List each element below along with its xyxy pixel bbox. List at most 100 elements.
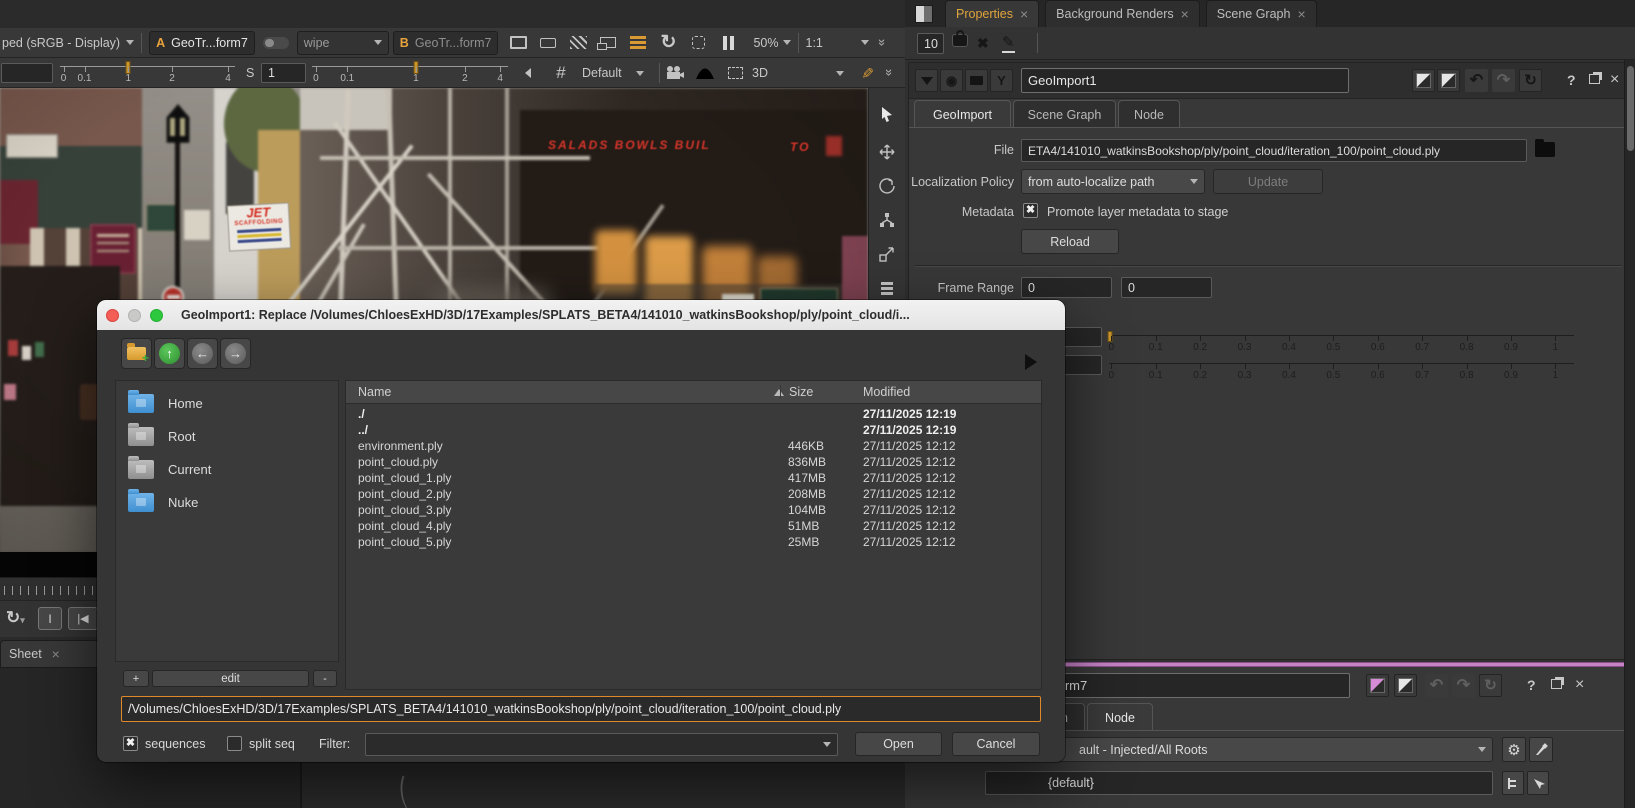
- close-panel-icon[interactable]: ×: [1610, 72, 1619, 88]
- scrollbar-thumb[interactable]: [1627, 66, 1634, 151]
- frame-format-icon[interactable]: [506, 32, 530, 54]
- proxy-dropdown[interactable]: 1:1: [806, 36, 823, 50]
- channels-icon[interactable]: [626, 32, 650, 54]
- tab-node-node[interactable]: Node: [1118, 100, 1180, 128]
- filter-combobox[interactable]: [365, 733, 838, 756]
- localization-policy-dropdown[interactable]: from auto-localize path: [1021, 169, 1205, 194]
- sidebar-item-home[interactable]: Home: [116, 387, 338, 420]
- revert-button[interactable]: ↻: [1479, 674, 1502, 697]
- profile-button[interactable]: [1437, 69, 1460, 92]
- redo-button[interactable]: ↷: [1492, 69, 1515, 92]
- frame-range-end-field[interactable]: 0: [1121, 277, 1212, 298]
- view-mode-dropdown[interactable]: 3D: [752, 66, 768, 80]
- file-row[interactable]: point_cloud_1.ply417MB27/11/2025 12:12: [346, 471, 1041, 487]
- gate-display-icon[interactable]: [686, 32, 710, 54]
- file-row[interactable]: point_cloud_2.ply208MB27/11/2025 12:12: [346, 487, 1041, 503]
- center-node-icon[interactable]: ◉: [940, 69, 963, 92]
- close-icon[interactable]: ×: [52, 647, 60, 661]
- close-icon[interactable]: ×: [1297, 7, 1305, 21]
- dialog-titlebar[interactable]: GeoImport1: Replace /Volumes/ChloesExHD/…: [97, 300, 1065, 330]
- forward-button[interactable]: →: [220, 338, 251, 369]
- column-modified[interactable]: Modified: [863, 385, 910, 399]
- file-row[interactable]: point_cloud_5.ply25MB27/11/2025 12:12: [346, 535, 1041, 551]
- edit-panels-icon[interactable]: ✎: [1002, 33, 1015, 53]
- open-button[interactable]: Open: [855, 732, 942, 756]
- profile-button[interactable]: [1394, 674, 1417, 697]
- node-name-field[interactable]: GeoImport1: [1021, 68, 1349, 93]
- color-picker-button[interactable]: [1366, 674, 1389, 697]
- revert-button[interactable]: ↻: [1519, 69, 1542, 92]
- mask-field[interactable]: {default}: [985, 771, 1493, 795]
- help-button[interactable]: ?: [1527, 678, 1536, 692]
- tab-node2-node[interactable]: Node: [1087, 703, 1153, 731]
- marquee-select-icon[interactable]: [723, 62, 747, 84]
- set-in-point-button[interactable]: I: [38, 607, 62, 630]
- scale-tool-icon[interactable]: [873, 240, 901, 268]
- undo-button[interactable]: ↶: [1465, 69, 1488, 92]
- scene-graph-tool-icon[interactable]: [873, 206, 901, 234]
- minimize-traffic-button[interactable]: [128, 309, 141, 322]
- pause-icon[interactable]: [716, 32, 740, 54]
- wrench-icon[interactable]: Y: [990, 69, 1013, 92]
- crop-icon[interactable]: [536, 32, 560, 54]
- path-field[interactable]: /Volumes/ChloesExHD/3D/17Examples/SPLATS…: [121, 696, 1041, 722]
- gamma-slider[interactable]: 00.1124: [312, 66, 508, 90]
- frame-slider-1[interactable]: 00.10.20.30.40.50.60.70.80.91: [1109, 335, 1574, 357]
- tab-dope-sheet[interactable]: Sheet ×: [0, 640, 112, 668]
- sidebar-item-current[interactable]: Current: [116, 453, 338, 486]
- tab-geoimport[interactable]: GeoImport: [914, 100, 1011, 128]
- sidebar-item-nuke[interactable]: Nuke: [116, 486, 338, 519]
- properties-scrollbar[interactable]: [1624, 60, 1635, 808]
- wipe-mode-dropdown[interactable]: wipe: [297, 31, 389, 55]
- file-path-field[interactable]: ETA4/141010_watkinsBookshop/ply/point_cl…: [1021, 139, 1527, 162]
- file-row[interactable]: point_cloud_3.ply104MB27/11/2025 12:12: [346, 503, 1041, 519]
- collapse-toolbar-icon[interactable]: »: [882, 69, 897, 76]
- tab-node-scene-graph[interactable]: Scene Graph: [1013, 100, 1116, 128]
- zoom-traffic-button[interactable]: [150, 309, 163, 322]
- cancel-button[interactable]: Cancel: [952, 732, 1040, 756]
- promote-metadata-checkbox[interactable]: ✖: [1023, 203, 1038, 218]
- wipe-toggle[interactable]: [263, 37, 289, 49]
- favorite-edit-button[interactable]: edit: [152, 670, 309, 687]
- loop-mode-icon[interactable]: ↻▾: [6, 608, 25, 628]
- reload-button[interactable]: Reload: [1021, 229, 1119, 254]
- file-row[interactable]: ../27/11/2025 12:19: [346, 423, 1041, 439]
- redo-button[interactable]: ↷: [1452, 674, 1475, 697]
- gear-icon[interactable]: ⚙: [1502, 737, 1526, 762]
- spotlight-icon[interactable]: [519, 62, 543, 84]
- update-viewer-icon[interactable]: ↻: [656, 32, 680, 54]
- rotate-tool-icon[interactable]: [873, 172, 901, 200]
- file-browse-button[interactable]: [1535, 142, 1555, 157]
- select-tool-icon[interactable]: [873, 100, 901, 128]
- sequences-checkbox[interactable]: ✖: [123, 736, 138, 751]
- help-button[interactable]: ?: [1567, 73, 1576, 87]
- sidebar-item-root[interactable]: Root: [116, 420, 338, 453]
- hierarchy-icon[interactable]: [1502, 771, 1524, 795]
- gain-slider[interactable]: 00.1124: [60, 66, 235, 90]
- roto-brush-icon[interactable]: ✎: [856, 61, 878, 85]
- layers-tool-icon[interactable]: [873, 274, 901, 302]
- input-a-selector[interactable]: A GeoTr...form7: [149, 31, 255, 55]
- eyedropper-icon[interactable]: [1529, 737, 1553, 762]
- max-panels-field[interactable]: 10: [917, 33, 944, 54]
- lut-dropdown[interactable]: Default: [582, 66, 622, 80]
- pane-menu-icon[interactable]: [915, 5, 933, 23]
- translate-tool-icon[interactable]: [873, 138, 901, 166]
- file-row[interactable]: environment.ply446KB27/11/2025 12:12: [346, 439, 1041, 455]
- frame-slider-2[interactable]: 00.10.20.30.40.50.60.70.80.91: [1109, 363, 1574, 385]
- file-row[interactable]: ./27/11/2025 12:19: [346, 407, 1041, 423]
- new-folder-button[interactable]: +: [121, 338, 152, 369]
- favorite-remove-button[interactable]: -: [313, 670, 337, 687]
- tab-properties[interactable]: Properties×: [945, 0, 1039, 27]
- monitor-node-icon[interactable]: [965, 69, 988, 92]
- pick-from-viewer-icon[interactable]: [1527, 771, 1549, 795]
- colorspace-dropdown[interactable]: ped (sRGB - Display): [2, 36, 120, 50]
- favorite-add-button[interactable]: +: [123, 670, 149, 687]
- go-to-start-button[interactable]: |◀: [68, 607, 98, 630]
- close-icon[interactable]: ×: [1020, 7, 1028, 21]
- zoom-level-dropdown[interactable]: 50%: [753, 36, 778, 50]
- monitor-out-icon[interactable]: [596, 32, 620, 54]
- column-name[interactable]: Name: [358, 385, 391, 399]
- clear-panels-icon[interactable]: ✖: [977, 36, 989, 50]
- column-size[interactable]: Size: [780, 385, 813, 399]
